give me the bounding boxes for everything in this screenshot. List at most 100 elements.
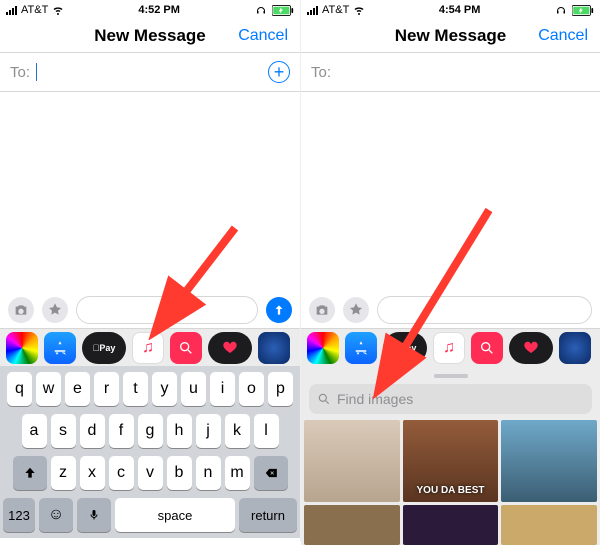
key-k[interactable]: k <box>225 414 250 448</box>
gif-thumbnail[interactable]: YOU DA BEST <box>403 420 499 502</box>
battery-icon <box>272 5 294 16</box>
nav-bar: New Message Cancel <box>301 20 600 52</box>
key-i[interactable]: i <box>210 372 235 406</box>
key-q[interactable]: q <box>7 372 32 406</box>
page-title: New Message <box>395 26 507 46</box>
message-input-bar <box>301 292 600 328</box>
music-icon[interactable]: ♫ <box>132 332 164 364</box>
cancel-button[interactable]: Cancel <box>538 27 588 45</box>
time-label: 4:54 PM <box>439 4 481 16</box>
images-app-icon[interactable] <box>170 332 202 364</box>
battery-icon <box>572 5 594 16</box>
message-text-field[interactable] <box>76 296 258 324</box>
appstore-icon[interactable] <box>345 332 377 364</box>
keyboard: q w e r t y u i o p a s d f g h j k l z … <box>0 366 300 538</box>
wifi-icon <box>353 4 365 16</box>
shift-key[interactable] <box>13 456 47 490</box>
gif-grid: YOU DA BEST <box>301 420 600 545</box>
gif-thumbnail[interactable] <box>403 505 499 545</box>
message-input-bar <box>0 292 300 328</box>
key-t[interactable]: t <box>123 372 148 406</box>
images-drawer: Find images YOU DA BEST <box>301 366 600 545</box>
key-j[interactable]: j <box>196 414 221 448</box>
key-p[interactable]: p <box>268 372 293 406</box>
key-e[interactable]: e <box>65 372 90 406</box>
page-title: New Message <box>94 26 206 46</box>
appstore-icon[interactable] <box>44 332 76 364</box>
key-u[interactable]: u <box>181 372 206 406</box>
key-a[interactable]: a <box>22 414 47 448</box>
search-icon <box>317 392 331 406</box>
more-apps-icon[interactable] <box>258 332 290 364</box>
gif-thumbnail[interactable] <box>304 505 400 545</box>
cancel-button[interactable]: Cancel <box>238 27 288 45</box>
to-field[interactable]: To: + <box>0 52 300 92</box>
status-bar: AT&T 4:52 PM <box>0 0 300 20</box>
message-text-field[interactable] <box>377 296 592 324</box>
gif-thumbnail[interactable] <box>501 420 597 502</box>
key-y[interactable]: y <box>152 372 177 406</box>
to-label: To: <box>311 64 331 81</box>
space-key[interactable]: space <box>115 498 235 532</box>
digitaltouch-icon[interactable] <box>509 332 553 364</box>
signal-icon <box>6 6 17 15</box>
app-tray: Pay ♫ <box>0 328 300 366</box>
key-c[interactable]: c <box>109 456 134 490</box>
key-g[interactable]: g <box>138 414 163 448</box>
drawer-grabber[interactable] <box>434 374 468 378</box>
key-m[interactable]: m <box>225 456 250 490</box>
apps-icon[interactable] <box>343 297 369 323</box>
photos-app-icon[interactable] <box>307 332 339 364</box>
carrier-label: AT&T <box>322 4 349 16</box>
key-f[interactable]: f <box>109 414 134 448</box>
numbers-key[interactable]: 123 <box>3 498 35 532</box>
to-label: To: <box>10 64 30 81</box>
time-label: 4:52 PM <box>138 4 180 16</box>
find-images-search[interactable]: Find images <box>309 384 592 414</box>
headphones-icon <box>554 4 568 16</box>
images-app-icon[interactable] <box>471 332 503 364</box>
key-b[interactable]: b <box>167 456 192 490</box>
key-z[interactable]: z <box>51 456 76 490</box>
camera-icon[interactable] <box>309 297 335 323</box>
gif-thumbnail[interactable] <box>501 505 597 545</box>
search-placeholder: Find images <box>337 391 413 407</box>
applepay-icon[interactable]: Pay <box>383 332 427 364</box>
right-screenshot: AT&T 4:54 PM New Message Cancel To: Pay… <box>300 0 600 541</box>
nav-bar: New Message Cancel <box>0 20 300 52</box>
return-key[interactable]: return <box>239 498 297 532</box>
headphones-icon <box>254 4 268 16</box>
gif-thumbnail[interactable] <box>304 420 400 502</box>
key-o[interactable]: o <box>239 372 264 406</box>
emoji-key[interactable]: ☺ <box>39 498 73 532</box>
carrier-label: AT&T <box>21 4 48 16</box>
signal-icon <box>307 6 318 15</box>
key-s[interactable]: s <box>51 414 76 448</box>
applepay-icon[interactable]: Pay <box>82 332 126 364</box>
key-l[interactable]: l <box>254 414 279 448</box>
key-h[interactable]: h <box>167 414 192 448</box>
to-field[interactable]: To: <box>301 52 600 92</box>
photos-app-icon[interactable] <box>6 332 38 364</box>
add-contact-button[interactable]: + <box>268 61 290 83</box>
key-r[interactable]: r <box>94 372 119 406</box>
key-w[interactable]: w <box>36 372 61 406</box>
key-n[interactable]: n <box>196 456 221 490</box>
digitaltouch-icon[interactable] <box>208 332 252 364</box>
status-bar: AT&T 4:54 PM <box>301 0 600 20</box>
message-body <box>0 92 300 292</box>
message-body <box>301 92 600 292</box>
send-button[interactable] <box>266 297 292 323</box>
key-v[interactable]: v <box>138 456 163 490</box>
mic-key[interactable] <box>77 498 111 532</box>
camera-icon[interactable] <box>8 297 34 323</box>
key-x[interactable]: x <box>80 456 105 490</box>
text-cursor <box>36 63 37 81</box>
apps-icon[interactable] <box>42 297 68 323</box>
music-icon[interactable]: ♫ <box>433 332 465 364</box>
wifi-icon <box>52 4 64 16</box>
more-apps-icon[interactable] <box>559 332 591 364</box>
left-screenshot: AT&T 4:52 PM New Message Cancel To: + P… <box>0 0 300 541</box>
key-d[interactable]: d <box>80 414 105 448</box>
backspace-key[interactable] <box>254 456 288 490</box>
